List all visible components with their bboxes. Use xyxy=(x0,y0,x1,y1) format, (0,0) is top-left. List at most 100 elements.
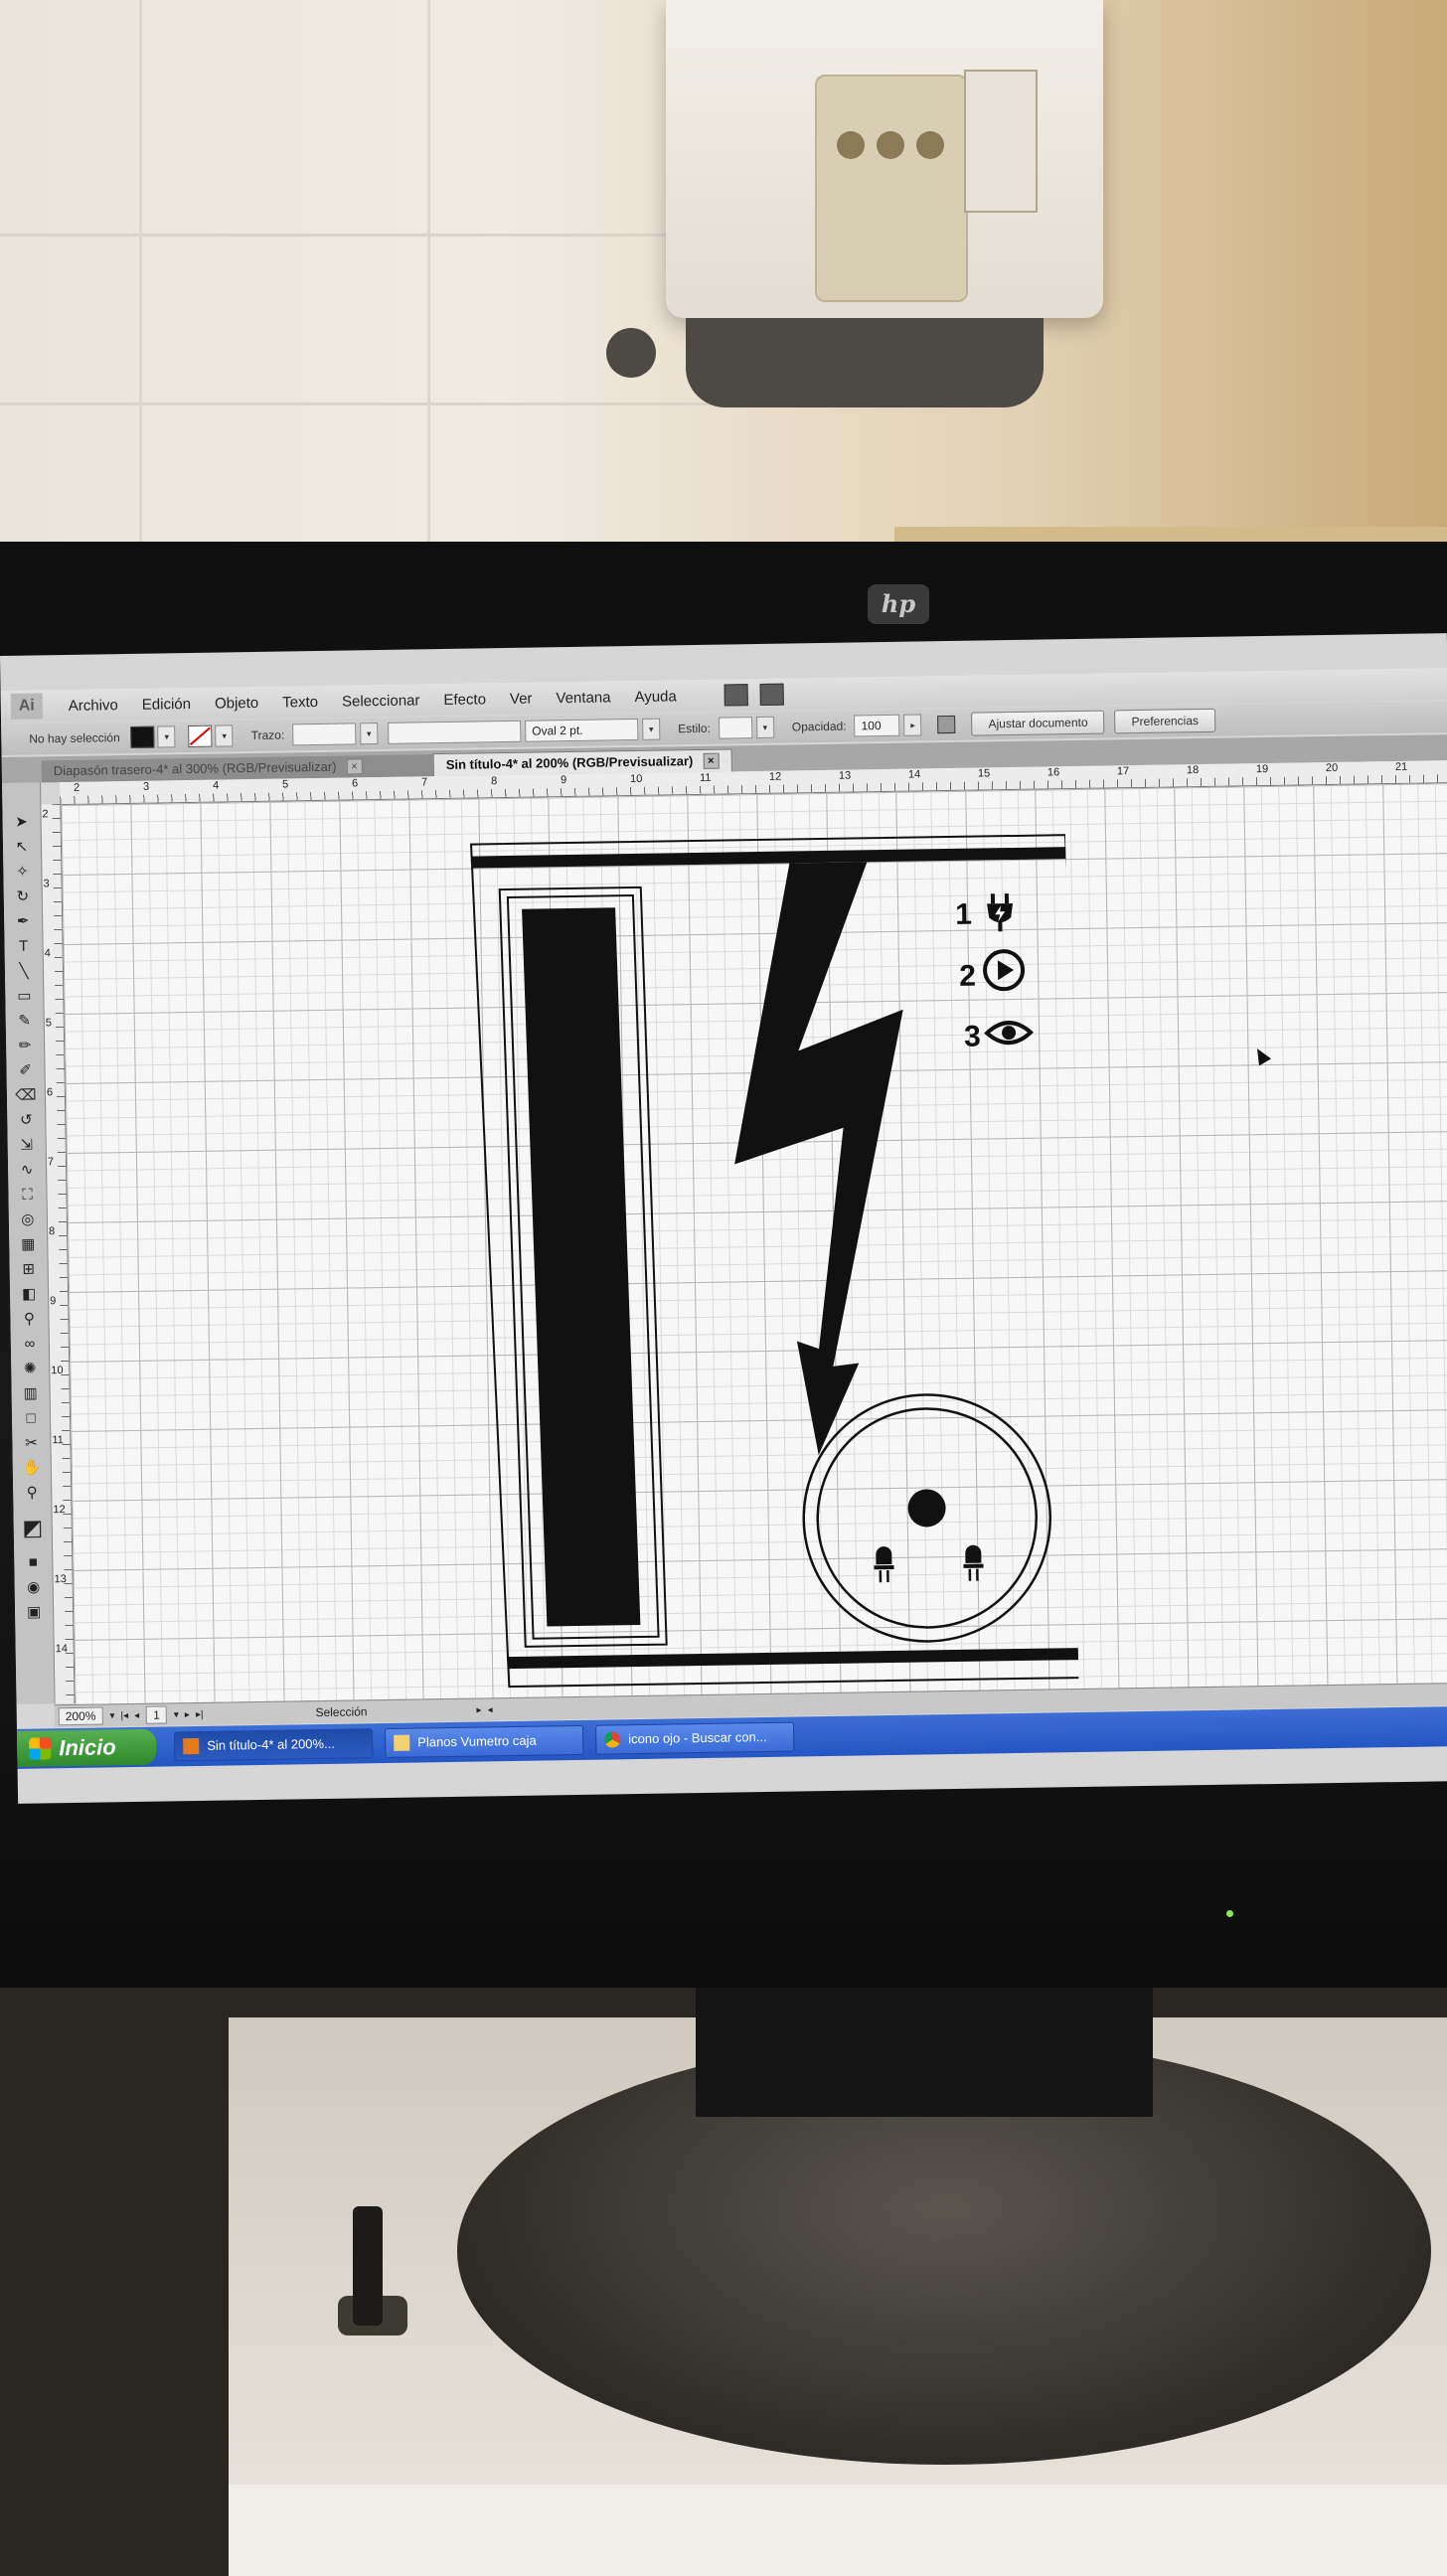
menu-efecto[interactable]: Efecto xyxy=(431,691,498,709)
paintbrush-tool-icon[interactable]: ✎ xyxy=(14,1011,36,1031)
ruler-label: 7 xyxy=(420,776,428,789)
pencil-tool-icon[interactable]: ✏ xyxy=(14,1036,36,1055)
artboard-number-field[interactable]: 1 xyxy=(146,1705,167,1724)
menu-ayuda[interactable]: Ayuda xyxy=(622,688,689,706)
heater-control-panel xyxy=(815,75,968,302)
menu-texto[interactable]: Texto xyxy=(270,693,330,711)
start-button[interactable]: Inicio xyxy=(16,1728,157,1767)
tile-joint xyxy=(139,0,142,557)
app-logo: Ai xyxy=(10,693,44,720)
blob-brush-tool-icon[interactable]: ✐ xyxy=(14,1060,36,1080)
free-transform-tool-icon[interactable]: ⛶ xyxy=(16,1185,38,1205)
lightning-bolt-icon xyxy=(734,862,903,1456)
bottom-bar xyxy=(506,1647,1079,1670)
ruler-label: 2 xyxy=(74,781,80,794)
eyedropper-tool-icon[interactable]: ⚲ xyxy=(18,1309,40,1329)
rotate-tool-icon[interactable]: ↺ xyxy=(15,1110,37,1130)
taskbar-item-chrome[interactable]: icono ojo - Buscar con... xyxy=(594,1721,795,1755)
draw-mode-icon[interactable]: ◉ xyxy=(23,1577,45,1597)
taskbar-item-illustrator[interactable]: Sin título-4* al 200%... xyxy=(174,1728,374,1762)
artboard-canvas[interactable]: 1 2 3 xyxy=(61,783,1447,1704)
shape-builder-tool-icon[interactable]: ◎ xyxy=(17,1209,39,1229)
zoom-tool-icon[interactable]: ⚲ xyxy=(21,1483,43,1503)
variable-width-field[interactable] xyxy=(388,720,522,744)
ruler-label: 15 xyxy=(977,767,991,780)
close-icon[interactable]: × xyxy=(346,758,363,775)
mesh-tool-icon[interactable]: ⊞ xyxy=(18,1259,40,1279)
stroke-swatch[interactable] xyxy=(188,724,213,748)
scroll-left-icon[interactable]: ◂ xyxy=(487,1704,492,1715)
symbol-sprayer-tool-icon[interactable]: ✺ xyxy=(19,1359,41,1378)
arrange-documents-icon[interactable] xyxy=(759,683,784,706)
taskbar-item-folder[interactable]: Planos Vumetro caja xyxy=(384,1724,584,1759)
direct-selection-tool-icon[interactable]: ↖ xyxy=(11,838,33,858)
last-artboard-icon[interactable]: ▸| xyxy=(196,1708,204,1719)
menu-edicion[interactable]: Edición xyxy=(130,695,203,713)
rectangle-tool-icon[interactable]: ▭ xyxy=(13,986,35,1006)
close-icon[interactable]: × xyxy=(703,752,720,769)
screen-mode-icon[interactable]: ▣ xyxy=(23,1602,45,1622)
zoom-field[interactable]: 200% xyxy=(58,1706,103,1726)
legend-number: 1 xyxy=(955,898,972,931)
line-tool-icon[interactable]: ╲ xyxy=(13,961,35,981)
type-tool-icon[interactable]: T xyxy=(12,936,34,956)
scale-tool-icon[interactable]: ⇲ xyxy=(16,1135,38,1155)
style-dropdown[interactable]: ▾ xyxy=(755,716,775,739)
artboard-tool-icon[interactable]: □ xyxy=(20,1408,42,1428)
style-label: Estilo: xyxy=(678,721,711,736)
taskbar-item-label: Planos Vumetro caja xyxy=(417,1732,537,1750)
prev-artboard-icon[interactable]: ◂ xyxy=(134,1709,139,1720)
chevron-down-icon[interactable]: ▾ xyxy=(109,1710,114,1721)
opacity-dropdown[interactable]: ▸ xyxy=(903,714,922,736)
ruler-label: 9 xyxy=(50,1295,57,1308)
column-graph-tool-icon[interactable]: ▥ xyxy=(20,1383,42,1403)
lasso-tool-icon[interactable]: ↻ xyxy=(12,887,34,907)
stroke-weight-field[interactable] xyxy=(292,723,357,746)
selection-tool-icon[interactable]: ➤ xyxy=(10,813,32,833)
heater-knob xyxy=(916,131,944,159)
menu-archivo[interactable]: Archivo xyxy=(57,696,130,715)
ruler-label: 12 xyxy=(768,770,782,783)
preferences-button[interactable]: Preferencias xyxy=(1114,708,1216,734)
stroke-weight-dropdown[interactable]: ▾ xyxy=(360,723,379,745)
ruler-label: 14 xyxy=(907,768,921,781)
fit-document-button[interactable]: Ajustar documento xyxy=(971,710,1105,736)
magic-wand-tool-icon[interactable]: ✧ xyxy=(11,863,33,883)
taskbar-item-label: icono ojo - Buscar con... xyxy=(628,1729,767,1747)
ruler-label: 18 xyxy=(1186,764,1200,777)
stroke-dropdown[interactable]: ▾ xyxy=(215,724,234,747)
eraser-tool-icon[interactable]: ⌫ xyxy=(15,1085,37,1105)
first-artboard-icon[interactable]: |◂ xyxy=(120,1710,128,1721)
fill-dropdown[interactable]: ▾ xyxy=(157,725,176,748)
menu-ver[interactable]: Ver xyxy=(498,690,545,708)
color-mode-icon[interactable]: ■ xyxy=(22,1552,44,1572)
opacity-label: Opacidad: xyxy=(791,719,847,734)
menu-ventana[interactable]: Ventana xyxy=(544,689,622,707)
legend-number: 2 xyxy=(959,960,976,993)
fill-stroke-swatches-icon[interactable]: ◩ xyxy=(22,1515,44,1539)
ruler-label: 17 xyxy=(1116,765,1130,778)
perspective-grid-tool-icon[interactable]: ▦ xyxy=(17,1234,39,1254)
chevron-down-icon[interactable]: ▾ xyxy=(174,1709,179,1720)
status-menu-icon[interactable]: ▸ xyxy=(476,1704,481,1715)
fill-swatch[interactable] xyxy=(130,725,155,748)
opacity-field[interactable]: 100 xyxy=(854,714,900,737)
next-artboard-icon[interactable]: ▸ xyxy=(185,1709,190,1720)
menu-seleccionar[interactable]: Seleccionar xyxy=(330,692,432,711)
hand-tool-icon[interactable]: ✋ xyxy=(21,1458,43,1478)
style-swatch[interactable] xyxy=(718,717,753,739)
slice-tool-icon[interactable]: ✂ xyxy=(20,1433,42,1453)
ruler-label: 8 xyxy=(49,1225,56,1238)
blend-tool-icon[interactable]: ∞ xyxy=(19,1334,41,1354)
stroke-label: Trazo: xyxy=(250,727,285,743)
warp-tool-icon[interactable]: ∿ xyxy=(16,1160,38,1180)
menu-objeto[interactable]: Objeto xyxy=(203,694,270,712)
align-icon[interactable] xyxy=(937,715,956,734)
bridge-icon[interactable] xyxy=(724,684,748,707)
power-led xyxy=(1226,1910,1233,1917)
brush-dropdown[interactable]: ▾ xyxy=(642,718,661,740)
gas-valve xyxy=(606,328,656,378)
gradient-tool-icon[interactable]: ◧ xyxy=(18,1284,40,1304)
pen-tool-icon[interactable]: ✒ xyxy=(12,911,34,931)
brush-field[interactable]: Oval 2 pt. xyxy=(525,718,639,742)
